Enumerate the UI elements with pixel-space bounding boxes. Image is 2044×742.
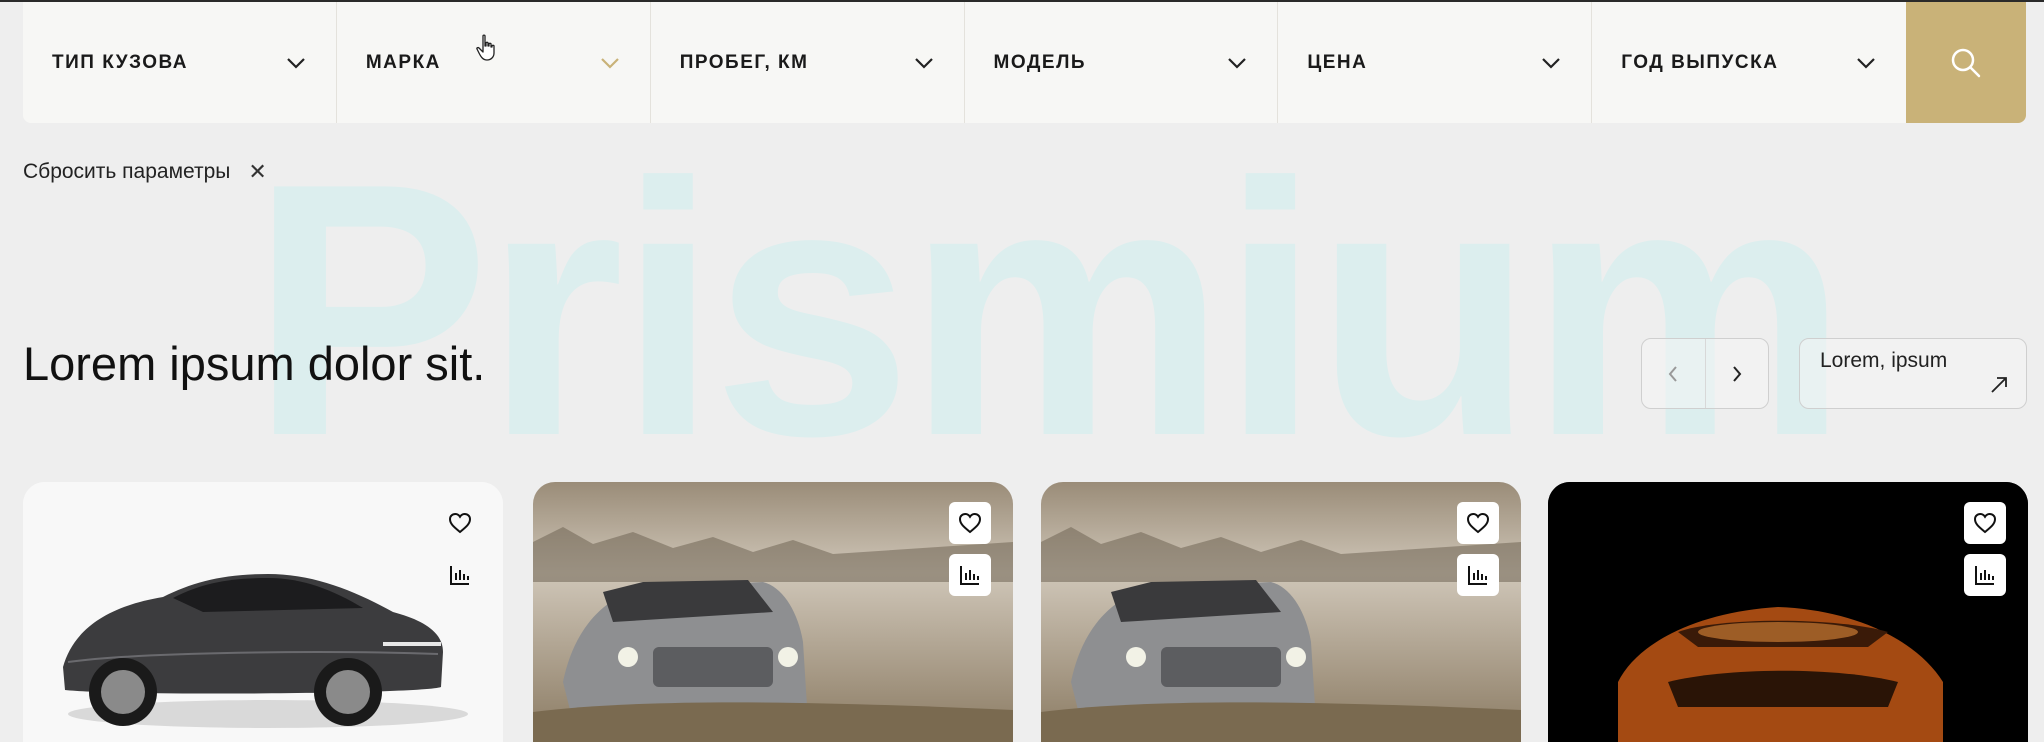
favorite-button[interactable] (439, 502, 481, 544)
chevron-down-icon (1228, 57, 1247, 69)
card-actions (1457, 502, 1499, 596)
compare-button[interactable] (439, 554, 481, 596)
chevron-down-icon (287, 57, 305, 69)
chart-icon (450, 566, 469, 585)
filter-label: ПРОБЕГ, КМ (679, 51, 809, 73)
chart-icon (960, 566, 979, 585)
car-card[interactable] (533, 482, 1013, 742)
chevron-down-icon (1857, 57, 1875, 69)
card-actions (1964, 502, 2006, 596)
reset-filters[interactable]: Сбросить параметры ✕ (23, 160, 267, 184)
car-photo (23, 482, 503, 742)
car-card[interactable] (1548, 482, 2028, 742)
chevron-down-icon (914, 57, 933, 69)
favorite-button[interactable] (1457, 502, 1499, 544)
prev-button[interactable] (1642, 339, 1705, 408)
filter-label: МОДЕЛЬ (993, 51, 1087, 73)
compare-button[interactable] (949, 554, 991, 596)
card-actions (439, 502, 481, 596)
hand-cursor-icon (476, 34, 495, 61)
filter-year[interactable]: ГОД ВЫПУСКА (1592, 2, 1906, 123)
filter-model[interactable]: МОДЕЛЬ (965, 2, 1279, 123)
car-photo (533, 482, 1013, 742)
heart-icon (958, 512, 982, 534)
filter-price[interactable]: ЦЕНА (1278, 2, 1593, 123)
carousel-nav (1641, 338, 1769, 409)
chevron-down-icon (600, 57, 619, 69)
favorite-button[interactable] (949, 502, 991, 544)
filter-label: ТИП КУЗОВА (52, 51, 189, 73)
filter-label: ЦЕНА (1307, 51, 1368, 73)
filter-body-type[interactable]: ТИП КУЗОВА (23, 2, 337, 123)
heart-icon (1466, 512, 1490, 534)
car-card[interactable] (23, 482, 503, 742)
car-card[interactable] (1041, 482, 1521, 742)
card-actions (949, 502, 991, 596)
car-photo (1548, 482, 2028, 742)
search-button[interactable] (1906, 2, 2026, 123)
brand-watermark: Prismium (250, 109, 1849, 511)
chart-icon (1975, 566, 1994, 585)
search-icon (1951, 48, 1981, 77)
chevron-left-icon (1668, 365, 1678, 382)
reset-label: Сбросить параметры (23, 160, 231, 183)
filter-label: МАРКА (365, 51, 441, 73)
compare-button[interactable] (1457, 554, 1499, 596)
filter-brand[interactable]: МАРКА (337, 2, 651, 123)
chart-icon (1468, 566, 1487, 585)
filter-bar: ТИП КУЗОВА МАРКА ПРОБЕГ, КМ МОДЕЛЬ ЦЕНА … (23, 2, 2026, 123)
chevron-down-icon (1542, 57, 1560, 69)
chevron-right-icon (1732, 365, 1742, 382)
heart-icon (448, 512, 472, 534)
compare-button[interactable] (1964, 554, 2006, 596)
filter-mileage[interactable]: ПРОБЕГ, КМ (651, 2, 965, 123)
view-all-button[interactable]: Lorem, ipsum (1799, 338, 2027, 409)
car-cards (23, 482, 2028, 742)
arrow-up-right-icon (1991, 377, 2007, 393)
heart-icon (1973, 512, 1997, 534)
view-all-label: Lorem, ipsum (1820, 349, 1948, 372)
section-title: Lorem ipsum dolor sit. (23, 337, 486, 390)
filter-label: ГОД ВЫПУСКА (1621, 51, 1779, 73)
favorite-button[interactable] (1964, 502, 2006, 544)
next-button[interactable] (1704, 339, 1769, 408)
car-photo (1041, 482, 1521, 742)
